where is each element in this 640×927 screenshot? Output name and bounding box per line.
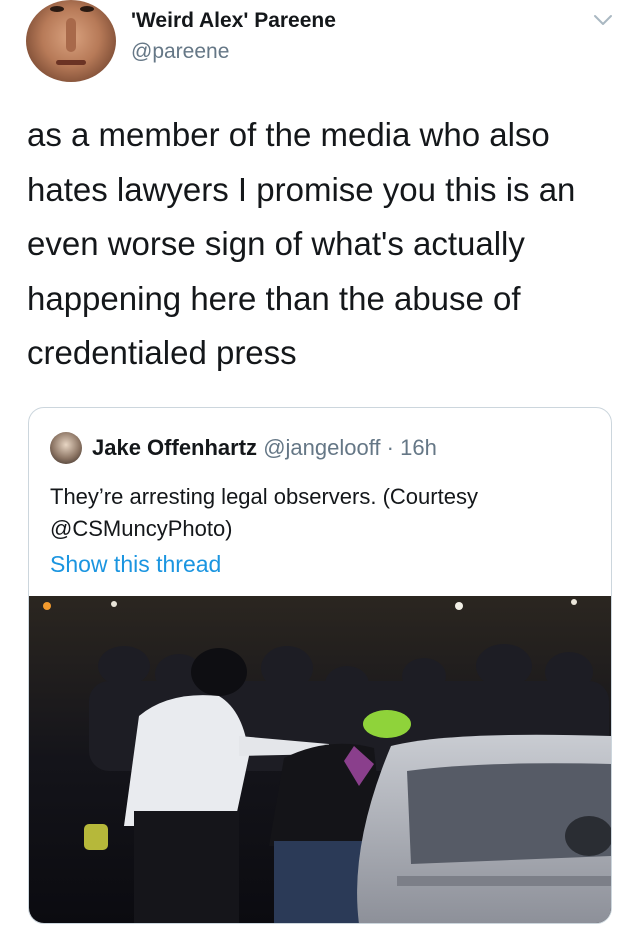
avatar-mouth — [56, 60, 86, 65]
quoted-author-handle: @jangelooff — [263, 435, 381, 460]
tweet-text: as a member of the media who also hates … — [27, 116, 576, 371]
avatar-nose — [66, 18, 76, 52]
quoted-author-avatar — [50, 432, 82, 464]
quoted-tweet-header: Jake Offenhartz @jangelooff · 16h — [92, 435, 437, 461]
quoted-tweet-time: 16h — [400, 435, 437, 460]
avatar-eye-left — [50, 6, 64, 12]
author-display-name[interactable]: 'Weird Alex' Pareene — [131, 9, 336, 33]
quoted-author-name: Jake Offenhartz — [92, 435, 258, 460]
quoted-tweet-text: They’re arresting legal observers. (Cour… — [50, 484, 478, 541]
avatar-eye-right — [80, 6, 94, 12]
author-handle[interactable]: @pareene — [131, 40, 229, 64]
chevron-down-icon[interactable] — [593, 13, 613, 27]
quoted-tweet-photo[interactable] — [29, 596, 611, 924]
meta-separator: · — [386, 435, 394, 460]
author-avatar[interactable] — [26, 0, 116, 82]
quoted-tweet[interactable]: Jake Offenhartz @jangelooff · 16h They’r… — [28, 407, 612, 924]
show-thread-link[interactable]: Show this thread — [50, 551, 221, 578]
